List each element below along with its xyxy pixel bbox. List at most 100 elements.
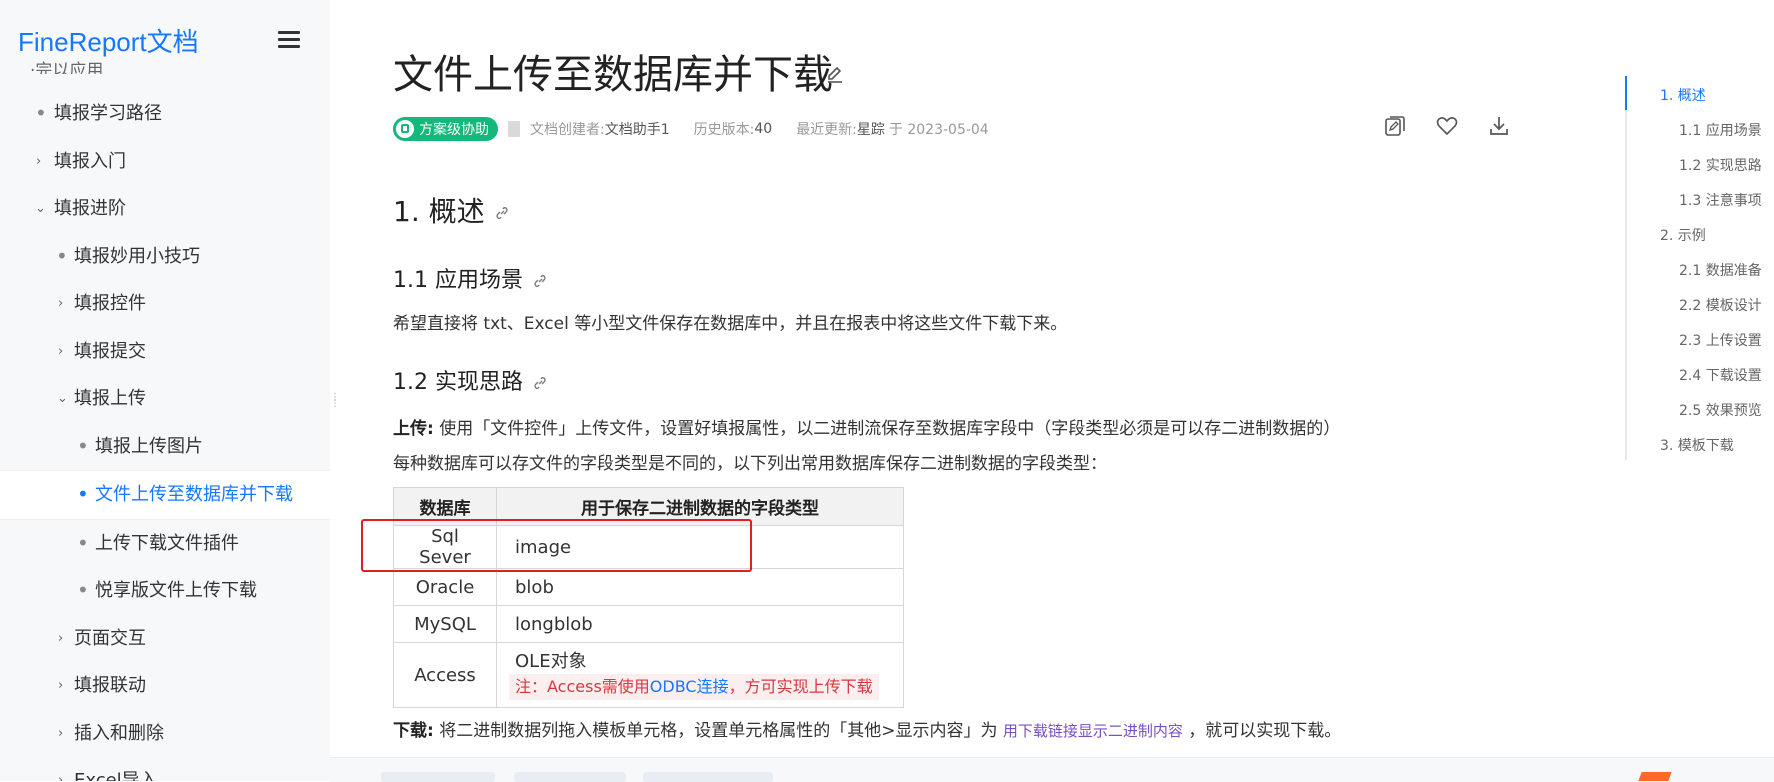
chevron-right-icon: › bbox=[58, 678, 64, 693]
creator-name: 文档助手1 bbox=[604, 122, 670, 138]
download-icon[interactable] bbox=[1487, 114, 1511, 138]
toc-item[interactable]: 2.1 数据准备 bbox=[1679, 260, 1762, 280]
bullet-icon: • bbox=[56, 243, 68, 268]
table-cell-db: MySQL bbox=[393, 605, 497, 643]
bullet-icon: • bbox=[77, 578, 89, 602]
sidebar-item-upload-image[interactable]: • 填报上传图片 bbox=[0, 423, 330, 471]
layers-icon bbox=[396, 120, 414, 138]
sidebar-item-label: 填报控件 bbox=[74, 293, 146, 314]
sidebar-item-insert-delete[interactable]: › 插入和删除 bbox=[0, 710, 330, 758]
sidebar-item-label: 文件上传至数据库并下载 bbox=[95, 484, 293, 505]
download-paragraph: 下载: 将二进制数据列拖入模板单元格，设置单元格属性的「其他>显示内容」为 用下… bbox=[393, 716, 1341, 741]
anchor-link-icon[interactable] bbox=[495, 206, 509, 220]
updated-label: 最近更新: bbox=[796, 122, 857, 138]
bottom-bar bbox=[330, 757, 1774, 782]
download-display-link[interactable]: 用下载链接显示二进制内容 bbox=[1003, 722, 1183, 740]
version-count[interactable]: 40 bbox=[754, 121, 772, 137]
odbc-link[interactable]: ODBC连接 bbox=[650, 677, 729, 696]
sidebar-item-submit[interactable]: › 填报提交 bbox=[0, 328, 330, 376]
upload-label: 上传: bbox=[393, 419, 434, 439]
upload-paragraph: 上传: 使用「文件控件」上传文件，设置好填报属性，以二进制流保存至数据库字段中（… bbox=[393, 414, 1340, 439]
sidebar-item-label: 填报妙用小技巧 bbox=[74, 245, 200, 267]
sidebar-item-excel-import[interactable]: › Excel导入 bbox=[0, 757, 330, 781]
toc-item[interactable]: 2.4 下载设置 bbox=[1679, 365, 1762, 385]
creator-label: 文档创建者: bbox=[530, 122, 605, 138]
updated-date: 于 2023-05-04 bbox=[888, 122, 989, 138]
scenario-text: 希望直接将 txt、Excel 等小型文件保存在数据库中，并且在报表中将这些文件… bbox=[393, 314, 1068, 334]
heading-scenario: 1.1 应用场景 bbox=[393, 262, 547, 294]
sidebar-item-label: 填报提交 bbox=[74, 340, 146, 362]
access-type-text: OLE对象 bbox=[515, 651, 587, 672]
sidebar: FineReport文档 ·完以应用 • 填报学习路径 › 填报入门 ⌄ 填报进… bbox=[0, 0, 330, 781]
sidebar-item-page-interaction[interactable]: › 页面交互 bbox=[0, 615, 330, 663]
table-cell-type: longblob bbox=[496, 605, 904, 643]
edit-icon[interactable] bbox=[825, 64, 845, 84]
document-icon bbox=[508, 121, 520, 137]
updated-by: 星踪 bbox=[856, 122, 885, 138]
sidebar-item-upload-plugin[interactable]: • 上传下载文件插件 bbox=[0, 520, 330, 568]
sidebar-resize-handle[interactable]: ⋮ ⋮ bbox=[330, 393, 340, 419]
table-cell-db: Access bbox=[393, 642, 497, 708]
sidebar-item-partial[interactable]: ·完以应用 bbox=[30, 56, 103, 74]
copy-edit-icon[interactable] bbox=[1383, 114, 1407, 138]
badge-label: 方案级协助 bbox=[419, 122, 489, 138]
download-text: 将二进制数据列拖入模板单元格，设置单元格属性的「其他>显示内容」为 bbox=[439, 721, 998, 741]
chevron-right-icon: › bbox=[58, 725, 64, 741]
brand-logo[interactable]: FineReport文档 bbox=[18, 22, 199, 59]
chevron-down-icon: ⌄ bbox=[35, 201, 46, 216]
heading-approach: 1.2 实现思路 bbox=[393, 364, 547, 396]
toc-item[interactable]: 1.3 注意事项 bbox=[1679, 190, 1762, 210]
toc-item[interactable]: 1. 概述 bbox=[1660, 85, 1706, 105]
sidebar-nav: • 填报学习路径 › 填报入门 ⌄ 填报进阶 • 填报妙用小技巧 › 填报控件 … bbox=[0, 90, 330, 781]
toc-item[interactable]: 2.3 上传设置 bbox=[1679, 330, 1762, 350]
toc-item[interactable]: 1.1 应用场景 bbox=[1679, 120, 1762, 140]
table-row: Oracle blob bbox=[393, 568, 904, 606]
sidebar-item-file-upload-download[interactable]: • 文件上传至数据库并下载 bbox=[0, 470, 330, 520]
table-row: MySQL longblob bbox=[393, 605, 904, 643]
sidebar-item-label: 填报上传图片 bbox=[95, 435, 203, 457]
anchor-link-icon[interactable] bbox=[533, 376, 547, 390]
sidebar-item-tips[interactable]: • 填报妙用小技巧 bbox=[0, 233, 330, 281]
sidebar-item-yuexiang-upload[interactable]: • 悦享版文件上传下载 bbox=[0, 567, 330, 615]
sidebar-item-upload[interactable]: ⌄ 填报上传 bbox=[0, 375, 330, 423]
sidebar-item-advanced[interactable]: ⌄ 填报进阶 bbox=[0, 185, 330, 233]
sidebar-item-learning-path[interactable]: • 填报学习路径 bbox=[0, 90, 330, 138]
sidebar-item-label: 插入和删除 bbox=[74, 722, 164, 744]
table-row: Access OLE对象 注：Access需使用ODBC连接，方可实现上传下载 bbox=[393, 642, 904, 708]
table-cell-db: Oracle bbox=[393, 568, 497, 606]
bullet-icon: • bbox=[77, 482, 89, 506]
sidebar-item-controls[interactable]: › 填报控件 bbox=[0, 280, 330, 328]
article: 文件上传至数据库并下载 方案级协助 文档创建者: 文档助手1 历史版本: 40 … bbox=[393, 0, 1508, 781]
feedback-tab[interactable] bbox=[1638, 772, 1672, 781]
sidebar-item-label: 上传下载文件插件 bbox=[95, 532, 239, 554]
toc-item[interactable]: 3. 模板下载 bbox=[1660, 435, 1734, 455]
toc-item[interactable]: 2.2 模板设计 bbox=[1679, 295, 1762, 315]
version-label: 历史版本: bbox=[693, 122, 755, 138]
heading-text: 1.2 实现思路 bbox=[393, 370, 523, 395]
support-level-badge[interactable]: 方案级协助 bbox=[393, 117, 498, 141]
heart-icon[interactable] bbox=[1435, 114, 1459, 138]
annotation-highlight-box bbox=[361, 519, 752, 572]
chevron-right-icon: › bbox=[58, 773, 64, 781]
menu-toggle-icon[interactable] bbox=[278, 28, 300, 50]
note-suffix: ，方可实现上传下载 bbox=[728, 677, 873, 696]
download-label: 下载: bbox=[393, 721, 434, 741]
heading-overview: 1. 概述 bbox=[393, 190, 509, 230]
sidebar-item-label: 悦享版文件上传下载 bbox=[95, 580, 257, 601]
sidebar-item-label: 填报学习路径 bbox=[54, 103, 162, 124]
toc-item[interactable]: 2.5 效果预览 bbox=[1679, 400, 1762, 420]
chevron-down-icon: ⌄ bbox=[57, 391, 68, 406]
access-note: 注：Access需使用ODBC连接，方可实现上传下载 bbox=[509, 674, 879, 700]
heading-text: 1. 概述 bbox=[393, 195, 485, 228]
note-prefix: 注：Access需使用 bbox=[515, 677, 650, 696]
sidebar-item-linkage[interactable]: › 填报联动 bbox=[0, 662, 330, 710]
sidebar-item-getting-started[interactable]: › 填报入门 bbox=[0, 138, 330, 186]
sidebar-item-label: Excel导入 bbox=[74, 770, 158, 781]
sidebar-item-label: 填报进阶 bbox=[54, 198, 126, 219]
heading-text: 1.1 应用场景 bbox=[393, 268, 523, 293]
anchor-link-icon[interactable] bbox=[533, 274, 547, 288]
toc-item[interactable]: 2. 示例 bbox=[1660, 225, 1706, 245]
toc-item[interactable]: 1.2 实现思路 bbox=[1679, 155, 1762, 175]
sidebar-item-label: 填报上传 bbox=[74, 388, 146, 409]
chevron-right-icon: › bbox=[58, 343, 64, 359]
